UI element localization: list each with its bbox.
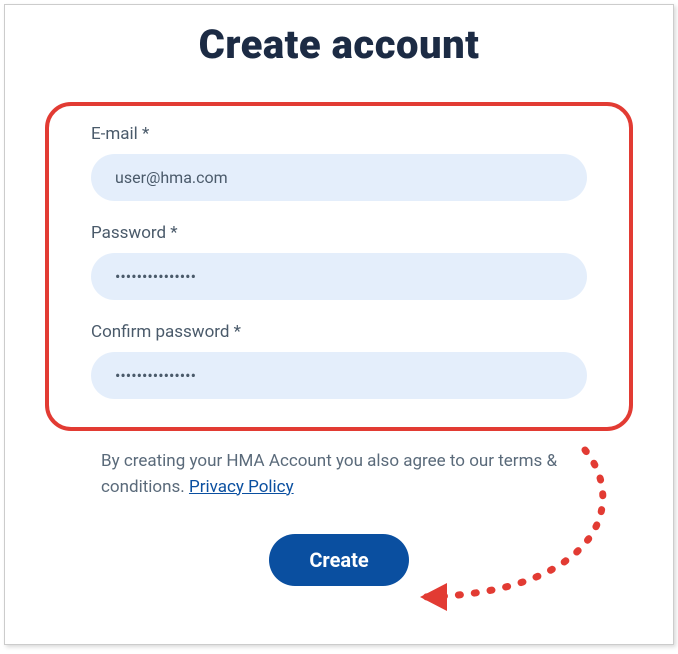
consent-text: By creating your HMA Account you also ag…: [101, 449, 593, 500]
page-title: Create account: [65, 21, 613, 68]
email-input[interactable]: [91, 154, 587, 201]
password-field-group: Password *: [91, 223, 587, 300]
email-field-group: E-mail *: [91, 124, 587, 201]
highlighted-form-section: E-mail * Password * Confirm password *: [45, 102, 633, 431]
privacy-policy-link[interactable]: Privacy Policy: [189, 477, 294, 497]
password-label: Password *: [91, 223, 587, 243]
card-frame: Create account E-mail * Password * Confi…: [4, 4, 674, 645]
email-label: E-mail *: [91, 124, 587, 144]
button-row: Create: [65, 534, 613, 586]
password-input[interactable]: [91, 253, 587, 300]
confirm-password-label: Confirm password *: [91, 322, 587, 342]
create-button[interactable]: Create: [269, 534, 408, 586]
confirm-password-input[interactable]: [91, 352, 587, 399]
consent-prefix: By creating your HMA Account you also ag…: [101, 451, 557, 497]
confirm-password-field-group: Confirm password *: [91, 322, 587, 399]
content-container: Create account E-mail * Password * Confi…: [5, 5, 673, 586]
